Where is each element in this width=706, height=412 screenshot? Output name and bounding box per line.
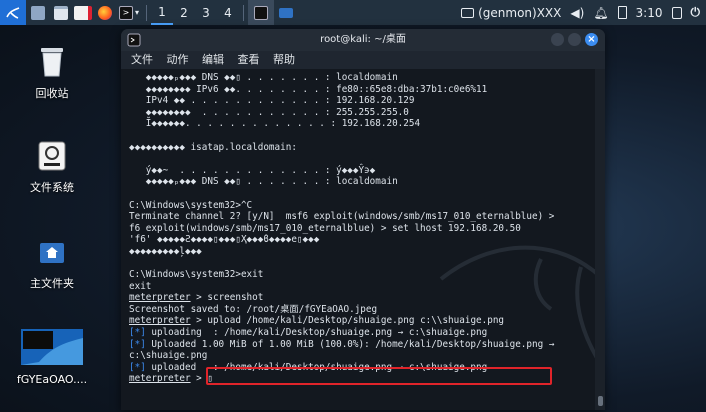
chevron-down-icon: ▾ bbox=[134, 8, 139, 17]
terminal-menubar: 文件 动作 编辑 查看 帮助 bbox=[121, 51, 605, 69]
folder-icon bbox=[279, 7, 293, 18]
output-line: ý◆◆~ . . . . . . . . . . . . . : ý◆◆◆Ŷ϶◆ bbox=[129, 164, 376, 176]
output-line: ◆◆◆◆◆ₚ◆◆◆ DNS ◆◆▯ . . . . . . . : locald… bbox=[129, 176, 398, 188]
folder-icon bbox=[54, 5, 68, 20]
trash-icon bbox=[41, 48, 63, 77]
kali-menu-button[interactable] bbox=[0, 0, 26, 25]
terminal-output[interactable]: ◆◆◆◆◆ₚ◆◆◆ DNS ◆◆▯ . . . . . . . : locald… bbox=[121, 69, 595, 410]
taskbar-terminal-window[interactable] bbox=[248, 0, 274, 25]
file-manager-launcher[interactable] bbox=[50, 0, 72, 25]
terminal-icon bbox=[254, 5, 268, 20]
panel-tray: (genmon)XXX ◀) 🔔︎ 3:10 ⏻ bbox=[461, 0, 700, 25]
terminal-launcher[interactable]: > ▾ bbox=[116, 0, 142, 25]
desktop-screenshot-file[interactable]: fGYEaOAO.... bbox=[7, 328, 97, 386]
taskbar-folder-window[interactable] bbox=[274, 0, 298, 25]
menu-file[interactable]: 文件 bbox=[131, 53, 153, 66]
panel-separator bbox=[243, 4, 244, 21]
window-title: root@kali: ~/桌面 bbox=[320, 34, 406, 45]
highlight-annotation-box bbox=[206, 367, 552, 385]
firefox-launcher[interactable] bbox=[94, 0, 116, 25]
info-tag: [*] bbox=[129, 338, 146, 350]
drive-icon bbox=[38, 141, 66, 171]
lock-screen-icon[interactable] bbox=[671, 6, 682, 19]
image-thumbnail-icon bbox=[21, 329, 83, 365]
battery-icon[interactable] bbox=[617, 6, 627, 19]
workspace-2[interactable]: 2 bbox=[173, 0, 195, 25]
output-line: ◆◆◆◆◆◆◆◆◆◆ isatap.localdomain: bbox=[129, 141, 297, 153]
output-line: ◆◆◆◆◆◆◆◆ IPv6 ◆◆. . . . . . . . : fe80::… bbox=[129, 83, 488, 95]
meterpreter-prompt: meterpreter bbox=[129, 315, 191, 327]
genmon-plugin[interactable]: (genmon)XXX bbox=[461, 6, 561, 20]
power-icon[interactable]: ⏻ bbox=[691, 5, 701, 20]
firefox-icon bbox=[98, 5, 112, 20]
output-line: IPv4 ◆◆ . . . . . . . . . . . . : 192.16… bbox=[129, 95, 415, 107]
clock[interactable]: 3:10 bbox=[636, 6, 663, 20]
menu-view[interactable]: 查看 bbox=[238, 53, 260, 66]
info-tag: [*] bbox=[129, 327, 146, 339]
desktop-home-folder[interactable]: 主文件夹 bbox=[7, 238, 97, 291]
close-icon: × bbox=[587, 34, 596, 45]
menu-help[interactable]: 帮助 bbox=[273, 53, 295, 66]
output-line: Ĭ◆◆◆◆◆◆. . . . . . . . . . . . . : 192.1… bbox=[129, 118, 421, 130]
command-text: > screenshot bbox=[190, 292, 264, 304]
desktop-filesystem[interactable]: 文件系统 bbox=[7, 140, 97, 195]
show-desktop-button[interactable] bbox=[26, 0, 50, 25]
menu-edit[interactable]: 编辑 bbox=[202, 53, 224, 66]
output-line: ◆◆◆◆◆◆◆◆ . . . . . . . . . . . : 255.255… bbox=[129, 106, 409, 118]
close-button[interactable]: × bbox=[585, 33, 598, 46]
terminal-app-icon bbox=[127, 33, 141, 47]
minimize-button[interactable] bbox=[551, 33, 564, 46]
terminal-icon: > bbox=[118, 5, 133, 20]
text-editor-launcher[interactable] bbox=[72, 0, 94, 25]
scrollbar-thumb[interactable] bbox=[598, 396, 603, 406]
terminal-window: root@kali: ~/桌面 × 文件 动作 编辑 查看 帮助 ◆◆◆◆◆ₚ◆… bbox=[121, 29, 605, 410]
kali-logo-icon bbox=[6, 6, 20, 19]
menu-actions[interactable]: 动作 bbox=[167, 53, 189, 66]
text-editor-icon bbox=[74, 5, 92, 20]
info-tag: [*] bbox=[129, 361, 146, 373]
maximize-button[interactable] bbox=[568, 33, 581, 46]
window-titlebar[interactable]: root@kali: ~/桌面 × bbox=[121, 29, 605, 51]
output-line: C:\Windows\system32>^C bbox=[129, 199, 253, 211]
desktop-trash[interactable]: 回收站 bbox=[7, 44, 97, 101]
workspace-4[interactable]: 4 bbox=[217, 0, 239, 25]
output-line: ◆◆◆◆◆ₚ◆◆◆ DNS ◆◆▯ . . . . . . . : locald… bbox=[129, 72, 398, 83]
panel-separator bbox=[146, 4, 147, 21]
kali-dragon-watermark bbox=[439, 245, 595, 359]
desktop-icon bbox=[31, 5, 45, 20]
volume-icon[interactable]: ◀) bbox=[570, 6, 584, 20]
notifications-icon[interactable]: 🔔︎ bbox=[593, 6, 608, 20]
terminal-scrollbar[interactable] bbox=[595, 69, 605, 410]
top-panel: > ▾ 1 2 3 4 (genmon)XXX ◀) 🔔︎ 3:10 ⏻ bbox=[0, 0, 706, 25]
meterpreter-prompt: meterpreter bbox=[129, 373, 191, 385]
meterpreter-prompt: meterpreter bbox=[129, 292, 191, 304]
monitor-icon bbox=[461, 7, 475, 18]
workspace-1[interactable]: 1 bbox=[151, 0, 173, 25]
home-folder-icon bbox=[40, 243, 64, 263]
workspace-3[interactable]: 3 bbox=[195, 0, 217, 25]
